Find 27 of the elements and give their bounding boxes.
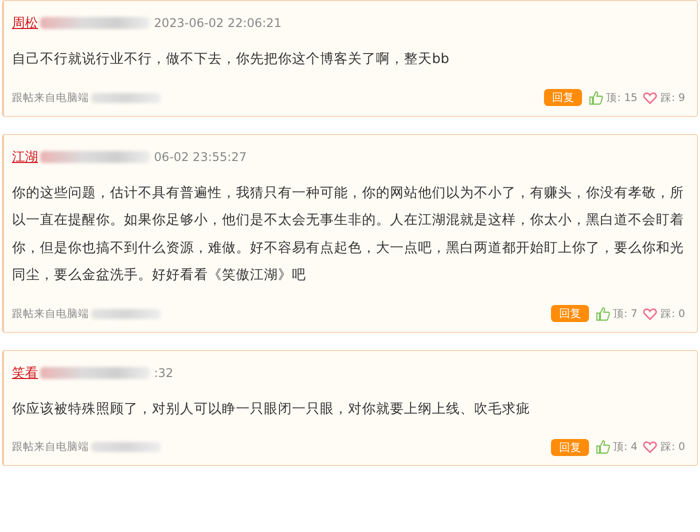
up-count: 顶: 4	[612, 440, 638, 454]
down-count: 踩: 9	[660, 90, 685, 104]
down-count: 踩: 0	[660, 440, 685, 454]
down-count: 踩: 0	[660, 306, 685, 320]
comment-time: :32	[154, 366, 174, 380]
comment-text: 自己不行就说行业不行，做不下去，你先把你这个博客关了啊，整天bb	[12, 50, 450, 69]
username-link[interactable]: 笑看	[12, 364, 38, 382]
comment-text: 你的这些问题，估计不具有普遍性，我猜只有一种可能，你的网站他们以为不小了，有赚头，你没有孝敬，所以一直在提醒你。如果你足够小，他们是不太会无事生非的。人在江湖混就是这样，你太小，黑白道不会盯着你，但是你也搞不到什么资源，难做。好不容易有点起色，大一点吧，黑白两道都开始盯上你了，要么你和光同尘，要么金盆洗手。好好看看《笑傲江湖》吧	[12, 184, 685, 285]
source-label: 跟帖来自电脑端	[12, 306, 89, 320]
heart-icon[interactable]	[643, 90, 658, 104]
comment-time: 06-02 23:55:27	[154, 150, 247, 164]
comment-time: 2023-06-02 22:06:21	[154, 16, 282, 30]
username-link[interactable]: 江湖	[12, 148, 38, 166]
blurred-text	[91, 308, 161, 318]
heart-icon[interactable]	[643, 440, 658, 454]
source-label: 跟帖来自电脑端	[12, 440, 89, 454]
blurred-text	[91, 442, 161, 452]
comment-text: 你应该被特殊照顾了，对别人可以睁一只眼闭一只眼，对你就要上纲上线、吹毛求疵	[12, 400, 531, 418]
thumbs-up-icon[interactable]	[596, 440, 610, 454]
blurred-text	[91, 92, 161, 102]
source-label: 跟帖来自电脑端	[12, 90, 89, 104]
up-count: 顶: 7	[612, 306, 638, 320]
up-count: 顶: 15	[606, 90, 638, 104]
heart-icon[interactable]	[643, 306, 658, 320]
username-link[interactable]: 周松	[12, 14, 38, 32]
thumbs-up-icon[interactable]	[589, 90, 604, 104]
thumbs-up-icon[interactable]	[596, 306, 610, 320]
